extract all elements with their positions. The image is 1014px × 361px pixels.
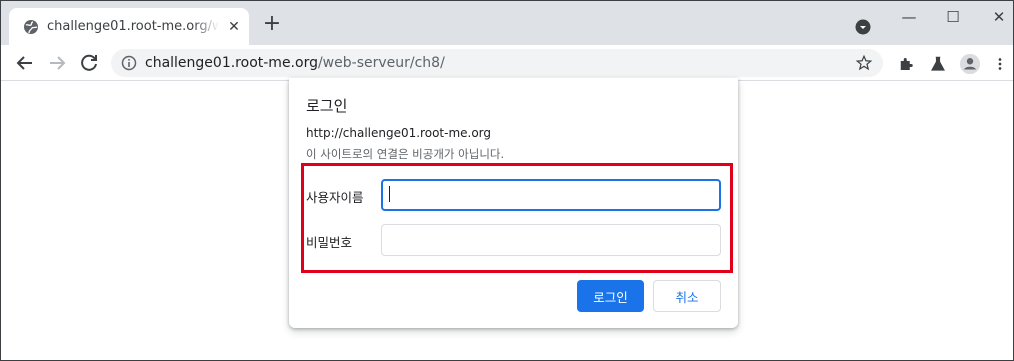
star-icon[interactable] [855, 54, 873, 72]
text-caret [389, 186, 390, 202]
tab-title: challenge01.root-me.org/web-serveur/ch8/ [47, 19, 219, 34]
info-icon[interactable] [121, 55, 137, 71]
forward-icon[interactable] [45, 51, 69, 75]
browser-window: challenge01.root-me.org/web-serveur/ch8/… [0, 0, 1014, 361]
tab-strip: challenge01.root-me.org/web-serveur/ch8/… [1, 1, 1013, 45]
profile-icon[interactable] [959, 53, 981, 75]
password-label: 비밀번호 [306, 235, 353, 250]
reload-icon[interactable] [77, 51, 101, 75]
labs-icon[interactable] [929, 55, 947, 73]
password-input[interactable] [381, 224, 721, 256]
username-input[interactable] [381, 179, 721, 211]
url-text: challenge01.root-me.org/web-serveur/ch8/ [145, 54, 445, 72]
cancel-button[interactable]: 취소 [653, 280, 721, 312]
menu-icon[interactable] [993, 55, 1007, 73]
globe-icon [24, 20, 38, 34]
tab-close-button[interactable]: ✕ [225, 18, 243, 36]
login-button[interactable]: 로그인 [577, 280, 644, 312]
browser-toolbar: challenge01.root-me.org/web-serveur/ch8/ [1, 45, 1013, 81]
active-tab[interactable]: challenge01.root-me.org/web-serveur/ch8/… [9, 8, 249, 45]
login-dialog: 로그인 http://challenge01.root-me.org 이 사이트… [289, 78, 738, 328]
username-label: 사용자이름 [306, 190, 364, 205]
dialog-title: 로그인 [306, 97, 348, 115]
url-path: /web-serveur/ch8/ [317, 55, 445, 71]
dialog-warning: 이 사이트로의 연결은 비공개가 아닙니다. [306, 147, 505, 161]
maximize-button[interactable]: ☐ [933, 7, 973, 29]
tab-search-icon[interactable] [855, 19, 871, 35]
back-icon[interactable] [13, 51, 37, 75]
minimize-button[interactable]: — [889, 7, 929, 29]
close-window-button[interactable]: ✕ [979, 7, 1013, 29]
dialog-origin: http://challenge01.root-me.org [306, 126, 492, 140]
new-tab-button[interactable]: + [261, 13, 283, 36]
extensions-icon[interactable] [897, 55, 915, 73]
url-host: challenge01.root-me.org [145, 55, 318, 71]
address-bar[interactable]: challenge01.root-me.org/web-serveur/ch8/ [111, 49, 883, 77]
